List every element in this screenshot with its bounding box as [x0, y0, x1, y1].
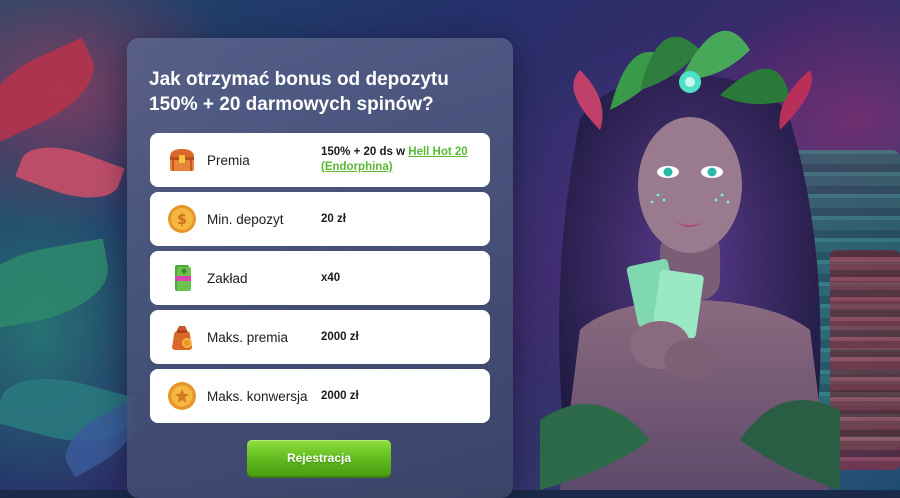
detail-value-text: 150% + 20 ds w: [321, 146, 409, 158]
bonus-details-list: Premia 150% + 20 ds w Hell Hot 20 (Endor…: [150, 133, 490, 428]
register-button[interactable]: Rejestracja: [247, 440, 391, 476]
decor-leaf: [15, 134, 125, 211]
detail-row-max-conversion: Maks. konwersja 2000 zł: [150, 369, 490, 423]
decor-leaf: [0, 238, 116, 332]
decor-leaf: [0, 37, 108, 143]
money-bag-icon: [166, 321, 198, 353]
detail-label: Maks. premia: [207, 329, 289, 345]
detail-value: 20 zł: [321, 212, 346, 225]
detail-value: 2000 zł: [321, 389, 359, 402]
bonus-info-panel: Jak otrzymać bonus od depozytu 150% + 20…: [127, 38, 513, 498]
detail-label: Premia: [207, 152, 250, 168]
detail-row-max-bonus: Maks. premia 2000 zł: [150, 310, 490, 364]
treasure-chest-icon: [166, 144, 198, 176]
cash-stack-icon: [166, 262, 198, 294]
detail-value: 2000 zł: [321, 330, 359, 343]
coin-icon: [166, 380, 198, 412]
detail-row-premia: Premia 150% + 20 ds w Hell Hot 20 (Endor…: [150, 133, 490, 187]
detail-value: x40: [321, 271, 341, 284]
casino-chip-stack: [830, 250, 900, 470]
detail-value: 150% + 20 ds w Hell Hot 20 (Endorphina): [321, 133, 486, 187]
detail-row-min-deposit: $ Min. depozyt 20 zł: [150, 192, 490, 246]
detail-row-wager: Zakład x40: [150, 251, 490, 305]
svg-text:$: $: [177, 212, 187, 228]
detail-label: Zakład: [207, 270, 248, 286]
character-illustration: [540, 30, 840, 490]
detail-label: Min. depozyt: [207, 211, 284, 227]
panel-title: Jak otrzymać bonus od depozytu 150% + 20…: [149, 69, 449, 115]
detail-label: Maks. konwersja: [207, 388, 308, 404]
gold-coin-icon: $: [166, 203, 198, 235]
